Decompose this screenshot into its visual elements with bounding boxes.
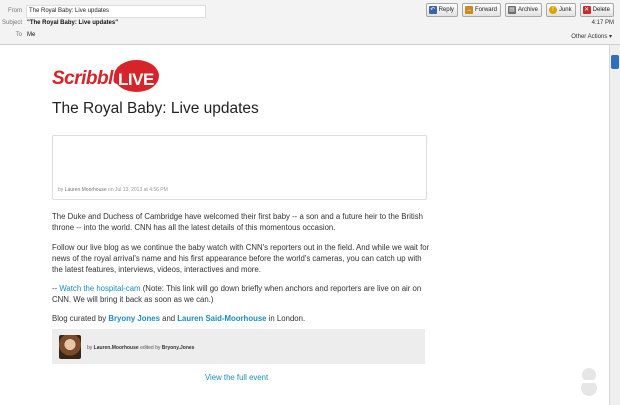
delete-button[interactable]: ✕ Delete <box>579 3 614 17</box>
p4-suffix: in London. <box>266 314 306 323</box>
logo-scribble-text: Scribble <box>52 68 123 89</box>
reply-button[interactable]: ↶ Reply <box>425 3 458 17</box>
footer-author: Lauren.Moorhouse <box>93 345 139 351</box>
post-footer: by Lauren.Moorhouse edited by Bryony.Jon… <box>52 329 425 364</box>
post-meta-by: by <box>58 187 64 193</box>
reply-label: Reply <box>438 7 454 13</box>
footer-by: by <box>87 345 93 351</box>
forward-label: Forward <box>474 7 497 13</box>
delete-label: Delete <box>592 7 610 13</box>
archive-button[interactable]: ▤ Archive <box>504 3 542 17</box>
email-title: The Royal Baby: Live updates <box>52 100 259 117</box>
paragraph-intro: The Duke and Duchess of Cambridge have w… <box>52 212 423 232</box>
from-field[interactable]: The Royal Baby: Live updates <box>26 5 206 18</box>
to-value[interactable]: Me <box>27 32 35 38</box>
footer-editor: Bryony.Jones <box>161 345 195 351</box>
reply-icon: ↶ <box>428 6 437 14</box>
delete-icon: ✕ <box>582 6 591 14</box>
subject-value: "The Royal Baby: Live updates" <box>27 20 119 26</box>
post-author: Lauren.Moorhouse <box>64 187 107 193</box>
forward-button[interactable]: → Forward <box>461 3 501 17</box>
to-label: To <box>15 32 22 38</box>
junk-icon: ! <box>548 6 557 14</box>
post-meta: by Lauren.Moorhouse on Jul 13, 2013 at 4… <box>58 187 168 193</box>
message-header: From The Royal Baby: Live updates Subjec… <box>0 0 620 45</box>
from-label: From <box>8 8 22 14</box>
forward-icon: → <box>464 6 473 14</box>
footer-edited: edited by <box>140 345 161 351</box>
paragraph-follow: Follow our live blog as we continue the … <box>52 243 430 274</box>
subject-label: Subject <box>1 20 22 26</box>
post-date: on Jul 13, 2013 at 4:56 PM <box>108 187 168 193</box>
paragraph-hospital-cam: -- Watch the hospital-cam (Note: This li… <box>52 283 432 305</box>
toolbar: ↶ Reply → Forward ▤ Archive ! Junk ✕ Del… <box>425 3 614 17</box>
post-embed: by Lauren.Moorhouse on Jul 13, 2013 at 4… <box>52 135 427 200</box>
junk-label: Junk <box>558 7 572 13</box>
junk-button[interactable]: ! Junk <box>545 3 576 17</box>
archive-icon: ▤ <box>507 6 516 14</box>
scrollbar-thumb[interactable] <box>611 55 619 69</box>
archive-label: Archive <box>517 7 538 13</box>
view-full-event-link[interactable]: View the full event <box>205 373 268 382</box>
lauren-said-moorhouse-link[interactable]: Lauren Said-Moorhouse <box>177 314 266 323</box>
p4-and: and <box>159 314 178 323</box>
avatar <box>59 335 81 359</box>
hospital-cam-link[interactable]: Watch the hospital-cam <box>59 284 140 293</box>
watermark-icon <box>581 368 597 396</box>
bryony-jones-link[interactable]: Bryony Jones <box>108 314 160 323</box>
p4-prefix: Blog curated by <box>52 314 109 323</box>
footer-meta: by Lauren.Moorhouse edited by Bryony.Jon… <box>87 345 194 351</box>
paragraph-curated: Blog curated by Bryony Jones and Lauren … <box>52 313 432 324</box>
scribblelive-logo: Scribble LIVE <box>52 60 172 95</box>
logo-live-text: LIVE <box>118 70 154 89</box>
message-time: 4:17 PM <box>591 20 614 26</box>
vertical-scrollbar[interactable] <box>609 45 620 405</box>
other-actions-menu[interactable]: Other Actions ▾ <box>571 33 612 40</box>
